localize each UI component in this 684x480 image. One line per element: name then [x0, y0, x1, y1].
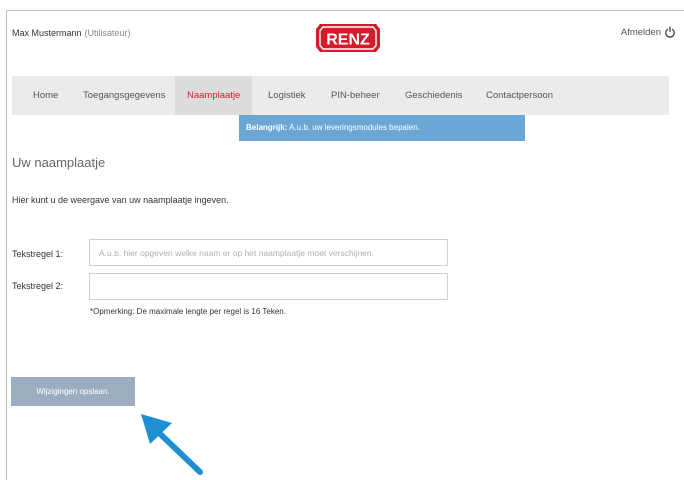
nav-item-pin-beheer[interactable]: PIN-beheer [331, 76, 380, 115]
notice-banner[interactable]: Belangrijk: A.u.b. uw leveringsmodules b… [239, 115, 525, 141]
nav-item-contactpersoon[interactable]: Contactpersoon [486, 76, 553, 115]
power-icon [665, 26, 675, 38]
text-line-2-label: Tekstregel 2: [12, 281, 64, 291]
save-button[interactable]: Wijzigingen opslaan. [11, 377, 135, 406]
main-nav: Home Toegangsgegevens Naamplaatje Logist… [12, 76, 669, 115]
text-line-1-input[interactable] [89, 239, 448, 266]
page-title: Uw naamplaatje [12, 155, 106, 170]
logout-link[interactable]: Afmelden [621, 26, 676, 38]
nav-item-home[interactable]: Home [33, 76, 58, 115]
notice-strong: Belangrijk: [246, 123, 288, 132]
nav-item-naamplaatje[interactable]: Naamplaatje [175, 76, 253, 115]
user-info: Max Mustermann (Utilisateur) [12, 28, 131, 38]
nav-item-toegangsgegevens[interactable]: Toegangsgegevens [83, 76, 165, 115]
user-role: (Utilisateur) [84, 28, 131, 38]
intro-text: Hier kunt u de weergave van uw naamplaat… [12, 195, 229, 205]
text-line-1-label: Tekstregel 1: [12, 249, 64, 259]
logout-label: Afmelden [620, 26, 661, 38]
nav-item-geschiedenis[interactable]: Geschiedenis [405, 76, 463, 115]
logo-text: RENZ [326, 32, 370, 49]
notice-text: A.u.b. uw leveringsmodules bepalen. [287, 123, 420, 132]
user-name: Max Mustermann [12, 28, 82, 38]
length-note: *Opmerking: De maximale lengte per regel… [90, 307, 286, 316]
renz-logo: RENZ [316, 24, 380, 52]
text-line-2-input[interactable] [89, 273, 448, 300]
nav-item-logistiek[interactable]: Logistiek [268, 76, 306, 115]
pointer-arrow-icon [141, 414, 203, 475]
